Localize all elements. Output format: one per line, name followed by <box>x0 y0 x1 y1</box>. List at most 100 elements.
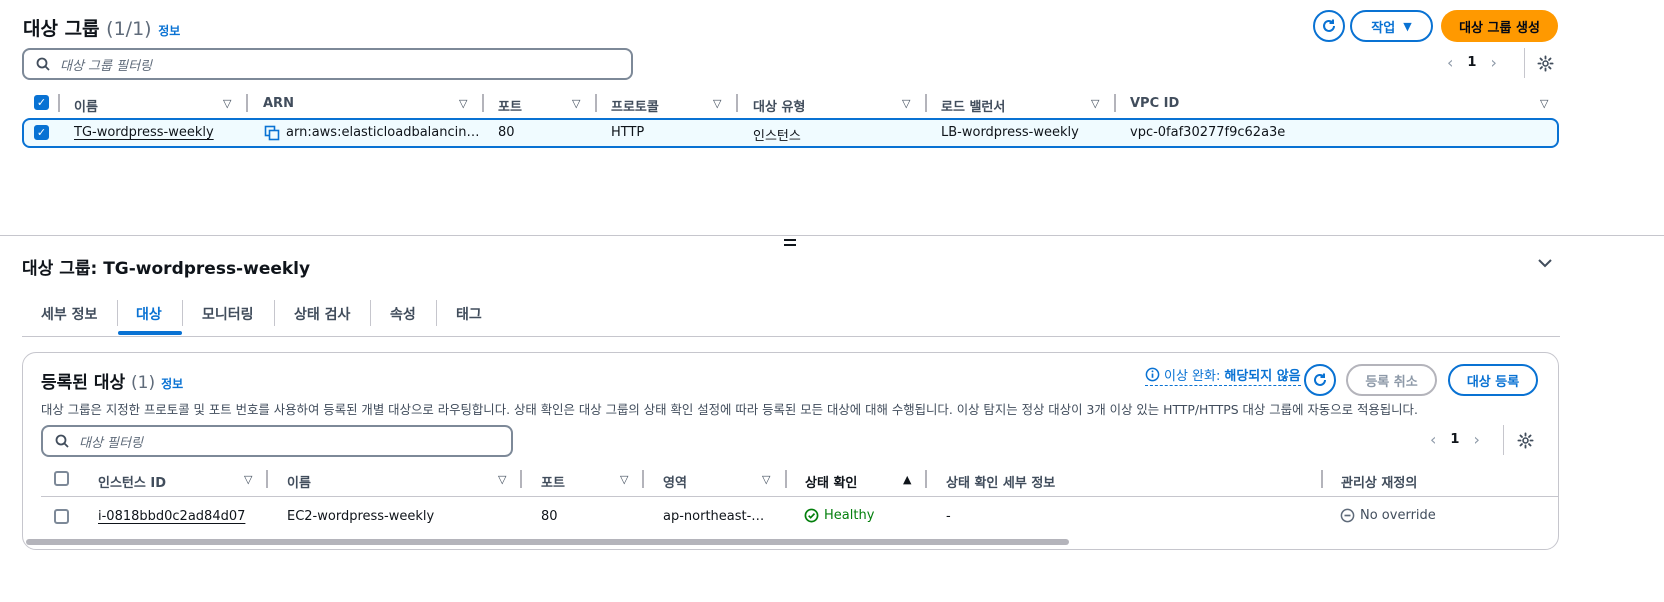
sort-icon[interactable]: ▽ <box>572 97 580 110</box>
info-link[interactable]: 정보 <box>158 24 180 38</box>
info-link[interactable]: 정보 <box>161 377 183 391</box>
targets-refresh-button[interactable] <box>1304 364 1336 396</box>
registered-targets-title-text: 등록된 대상 <box>41 373 126 393</box>
sort-icon[interactable]: ▽ <box>1091 97 1099 110</box>
column-header-instance-id[interactable]: 인스턴스 ID <box>98 472 166 491</box>
register-label: 대상 등록 <box>1466 374 1520 390</box>
port-cell: 80 <box>541 509 558 524</box>
deregister-label: 등록 취소 <box>1365 374 1418 390</box>
load-balancer-cell: LB-wordpress-weekly <box>941 125 1079 140</box>
tab-targets[interactable]: 대상 <box>136 304 162 324</box>
column-header-protocol[interactable]: 프로토콜 <box>611 96 659 115</box>
page-number[interactable]: 1 <box>1467 55 1476 70</box>
tab-health-checks[interactable]: 상태 검사 <box>294 304 350 324</box>
tab-tags[interactable]: 태그 <box>456 304 482 324</box>
scrollbar-thumb[interactable] <box>26 539 1069 545</box>
sort-icon[interactable]: ▽ <box>1540 97 1548 110</box>
pager-divider <box>1503 425 1504 455</box>
copy-icon[interactable] <box>264 125 280 141</box>
target-group-name-link[interactable]: TG-wordpress-weekly <box>74 125 214 140</box>
health-detail-cell: - <box>946 509 951 524</box>
sort-icon[interactable]: ▽ <box>244 473 252 486</box>
anomaly-mitigation-status[interactable]: 이상 완화: 해당되지 않음 <box>1145 365 1301 386</box>
filter-placeholder: 대상 그룹 필터링 <box>60 58 152 74</box>
settings-gear-icon[interactable] <box>1537 55 1554 72</box>
column-header-name[interactable]: 이름 <box>287 472 311 491</box>
column-separator <box>246 94 248 112</box>
sort-icon[interactable]: ▽ <box>713 97 721 110</box>
pager-divider <box>1524 48 1525 78</box>
refresh-button[interactable] <box>1313 10 1345 42</box>
tab-attributes[interactable]: 속성 <box>390 304 416 324</box>
row-checkbox[interactable] <box>54 509 69 524</box>
create-target-group-button[interactable]: 대상 그룹 생성 <box>1441 10 1558 42</box>
page-title-count: (1/1) <box>106 18 152 40</box>
column-header-target-type[interactable]: 대상 유형 <box>753 96 805 115</box>
column-header-arn[interactable]: ARN <box>263 96 294 111</box>
sort-icon[interactable]: ▽ <box>223 97 231 110</box>
select-all-checkbox[interactable]: ✓ <box>34 95 49 110</box>
minus-circle-icon <box>1340 508 1355 523</box>
chevron-left-icon[interactable]: ‹ <box>1447 53 1453 72</box>
chevron-right-icon[interactable]: › <box>1473 430 1479 449</box>
override-cell: No override <box>1340 508 1436 523</box>
column-separator <box>642 470 644 488</box>
instance-name-cell: EC2-wordpress-weekly <box>287 509 435 524</box>
refresh-icon <box>1314 373 1326 386</box>
target-group-filter-input[interactable]: 대상 그룹 필터링 <box>22 48 633 80</box>
column-separator <box>925 94 927 112</box>
register-targets-button[interactable]: 대상 등록 <box>1448 364 1538 396</box>
port-cell: 80 <box>498 125 515 140</box>
column-separator <box>736 94 738 112</box>
column-header-zone[interactable]: 영역 <box>663 472 687 491</box>
chevron-left-icon[interactable]: ‹ <box>1430 430 1436 449</box>
drag-handle-icon[interactable] <box>784 239 796 246</box>
column-separator <box>482 94 484 112</box>
sort-icon[interactable]: ▽ <box>459 97 467 110</box>
page-number[interactable]: 1 <box>1450 432 1459 447</box>
row-checkbox[interactable]: ✓ <box>34 125 49 140</box>
sort-icon[interactable]: ▽ <box>498 473 506 486</box>
table-header-border <box>41 496 1559 497</box>
column-separator <box>785 470 787 488</box>
column-header-health-status[interactable]: 상태 확인 <box>805 472 857 491</box>
column-header-load-balancer[interactable]: 로드 밸런서 <box>941 96 1005 115</box>
column-header-health-details[interactable]: 상태 확인 세부 정보 <box>946 472 1055 491</box>
target-filter-input[interactable]: 대상 필터링 <box>41 425 513 457</box>
column-header-administrative-override[interactable]: 관리상 재정의 <box>1341 472 1417 491</box>
zone-cell: ap-northeast-… <box>663 509 765 524</box>
anomaly-value: 해당되지 않음 <box>1224 369 1301 384</box>
deregister-button[interactable]: 등록 취소 <box>1346 364 1437 396</box>
column-header-port[interactable]: 포트 <box>498 96 522 115</box>
sort-icon[interactable]: ▽ <box>762 473 770 486</box>
search-icon <box>55 434 69 448</box>
sort-icon[interactable]: ▽ <box>620 473 628 486</box>
column-header-vpc-id[interactable]: VPC ID <box>1130 96 1179 111</box>
actions-button[interactable]: 작업 ▼ <box>1350 10 1433 42</box>
targets-pagination: ‹ 1 › <box>1430 430 1480 449</box>
instance-id-link[interactable]: i-0818bbd0c2ad84d07 <box>98 509 245 524</box>
arn-cell: arn:aws:elasticloadbalancin… <box>286 125 480 140</box>
select-all-checkbox[interactable] <box>54 471 69 486</box>
sort-ascending-icon[interactable]: ▲ <box>903 473 911 486</box>
registered-targets-count: (1) <box>131 373 156 393</box>
tab-monitoring[interactable]: 모니터링 <box>202 304 254 324</box>
column-header-name[interactable]: 이름 <box>74 96 98 115</box>
chevron-right-icon[interactable]: › <box>1490 53 1496 72</box>
settings-gear-icon[interactable] <box>1517 432 1534 449</box>
chevron-down-icon[interactable] <box>1538 258 1552 268</box>
create-label: 대상 그룹 생성 <box>1459 20 1540 36</box>
column-separator <box>520 470 522 488</box>
split-panel-divider <box>0 235 1664 236</box>
protocol-cell: HTTP <box>611 125 645 140</box>
column-separator <box>58 94 60 112</box>
active-tab-indicator <box>118 331 182 335</box>
tabs-baseline <box>22 336 1560 337</box>
actions-label: 작업 <box>1371 20 1396 36</box>
tab-details[interactable]: 세부 정보 <box>41 304 97 324</box>
tab-separator <box>274 300 275 326</box>
target-type-cell: 인스턴스 <box>753 129 801 144</box>
column-header-port[interactable]: 포트 <box>541 472 565 491</box>
tab-separator <box>370 300 371 326</box>
sort-icon[interactable]: ▽ <box>902 97 910 110</box>
